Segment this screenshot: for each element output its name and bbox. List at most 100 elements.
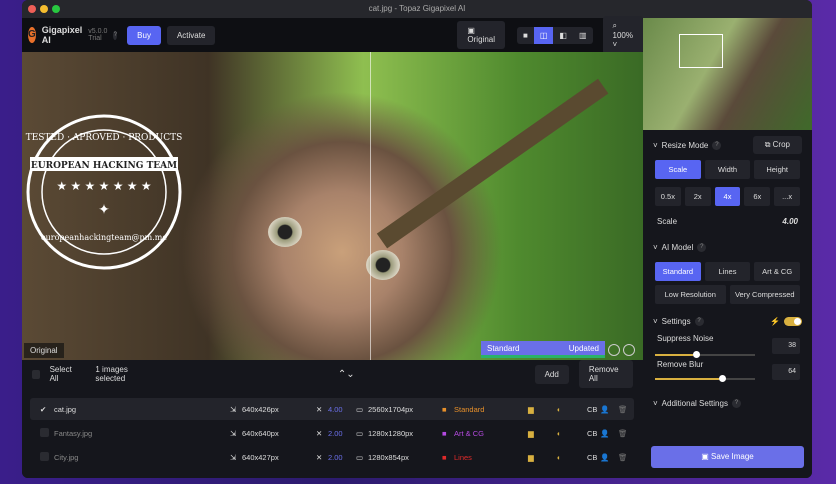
image-viewer[interactable]: TESTED · APROVED · PRODUCTS EUROPEAN HAC… (22, 52, 643, 360)
svg-text:EUROPEAN HACKING TEAM: EUROPEAN HACKING TEAM (31, 161, 177, 171)
cb-badge: CB (587, 428, 598, 438)
output-size-icon: ▭ (356, 452, 364, 462)
row-checkbox[interactable] (40, 451, 49, 463)
activate-button[interactable]: Activate (166, 25, 216, 45)
navigator-thumbnail[interactable] (643, 18, 812, 130)
model-standard[interactable]: Standard (655, 262, 701, 281)
person-icon[interactable]: 👤 (600, 429, 609, 438)
chevron-down-icon[interactable]: ˅ (653, 317, 658, 326)
ai-model-heading: AI Model (661, 242, 694, 252)
navigator-viewport[interactable] (679, 34, 723, 68)
model-lines[interactable]: Lines (704, 262, 751, 281)
frown-feedback-icon[interactable] (623, 344, 635, 356)
auto-toggle[interactable] (784, 316, 802, 326)
view-grid-icon[interactable]: ▥ (573, 27, 593, 44)
settings-heading: Settings (661, 316, 691, 326)
version: v5.0.0 Trial (88, 28, 108, 42)
cb-badge: CB (587, 452, 598, 462)
help-icon[interactable]: ? (694, 316, 704, 326)
output-size: 2560x1704px (368, 404, 414, 414)
chevron-down-icon[interactable]: ˅ (653, 399, 658, 408)
status-text: Updated (568, 344, 599, 353)
help-icon[interactable]: ? (113, 30, 118, 40)
model-low-resolution[interactable]: Low Resolution (655, 285, 726, 304)
scale-label: Scale (657, 216, 678, 226)
save-image-button[interactable]: ▣ Save Image (651, 446, 804, 468)
model-very-compressed[interactable]: Very Compressed (729, 285, 800, 304)
scale-2x[interactable]: 2x (684, 187, 711, 206)
watermark-stamp: TESTED · APROVED · PRODUCTS EUROPEAN HAC… (26, 114, 182, 270)
chevron-down-icon[interactable]: ˅ (653, 141, 658, 150)
input-size: 640x640px (242, 428, 279, 438)
scale-value: 4.00 (328, 404, 343, 414)
maximize-button[interactable] (52, 5, 60, 13)
select-all-checkbox[interactable] (32, 369, 40, 379)
file-name: City.jpg (54, 452, 79, 462)
model-art-cg[interactable]: Art & CG (754, 262, 801, 281)
model-name: Standard (454, 404, 485, 414)
collapse-expand-icon[interactable]: ⌃⌄ (338, 369, 355, 380)
person-icon[interactable]: 👤 (600, 453, 609, 462)
remove-all-button[interactable]: Remove All (578, 360, 633, 388)
close-button[interactable] (28, 5, 36, 13)
mode-height[interactable]: Height (754, 160, 801, 179)
output-size: 1280x854px (368, 452, 409, 462)
chevron-down-icon[interactable]: ˅ (653, 243, 658, 252)
view-side-icon[interactable]: ◧ (553, 27, 573, 44)
window-title: cat.jpg - Topaz Gigapixel AI (368, 4, 466, 13)
trash-icon[interactable]: 🗑 (618, 453, 628, 462)
scale-4x[interactable]: 4x (714, 187, 741, 206)
trash-icon[interactable]: 🗑 (618, 429, 628, 438)
scale-6x[interactable]: 6x (744, 187, 771, 206)
minimize-button[interactable] (40, 5, 48, 13)
checkmark-icon[interactable]: ✔ (40, 405, 46, 414)
cat-eye-right (366, 250, 400, 280)
help-icon[interactable]: ? (697, 242, 707, 252)
select-all-label: Select All (49, 365, 72, 383)
split-divider[interactable] (370, 52, 371, 360)
remove-blur-slider[interactable] (655, 375, 755, 382)
face-recovery-icon[interactable]: ▆ (528, 405, 534, 414)
auto-lightning-icon: ⚡ (770, 316, 780, 326)
status-model: Standard (487, 344, 520, 353)
row-checkbox[interactable] (40, 427, 49, 439)
input-size-icon: ⇲ (230, 428, 237, 438)
svg-text:★ ★ ★ ★ ★ ★ ★: ★ ★ ★ ★ ★ ★ ★ (56, 179, 151, 193)
file-row[interactable]: City.jpg ⇲ 640x427px ✕ 2.00 ▭ 1280x854px… (30, 446, 634, 468)
title-bar: cat.jpg - Topaz Gigapixel AI (22, 0, 812, 18)
scale-value: 2.00 (328, 452, 343, 462)
model-icon: ■ (442, 452, 447, 462)
remove-blur-input[interactable]: 64 (772, 364, 800, 380)
crop-label: Crop (772, 140, 790, 149)
help-icon[interactable]: ? (731, 398, 741, 408)
zoom-select[interactable]: ⌕ 100% ˅ (602, 16, 643, 54)
settings-panel: ˅ Resize Mode? ⧉ Crop Scale Width Height 0.5… (643, 18, 812, 478)
buy-button[interactable]: Buy (127, 25, 161, 45)
view-single-icon[interactable]: ■ (517, 27, 534, 44)
resize-mode-heading: Resize Mode (661, 140, 709, 150)
audio-icon[interactable]: ◖ (556, 405, 561, 414)
audio-icon[interactable]: ◖ (556, 453, 561, 462)
scale-custom[interactable]: ...x (774, 187, 800, 206)
suppress-noise-input[interactable]: 38 (772, 338, 800, 354)
help-icon[interactable]: ? (712, 140, 722, 150)
app-window: cat.jpg - Topaz Gigapixel AI G Gigapixel… (22, 0, 812, 478)
add-button[interactable]: Add (534, 364, 569, 384)
file-row[interactable]: Fantasy.jpg ⇲ 640x640px ✕ 2.00 ▭ 1280x12… (30, 422, 634, 444)
trash-icon[interactable]: 🗑 (618, 405, 628, 414)
smile-feedback-icon[interactable] (608, 344, 620, 356)
scale-icon: ✕ (316, 428, 323, 438)
audio-icon[interactable]: ◖ (556, 429, 561, 438)
scale-0.5x[interactable]: 0.5x (655, 187, 681, 206)
face-recovery-icon[interactable]: ▆ (528, 453, 534, 462)
app-name: Gigapixel AI (41, 25, 83, 45)
face-recovery-icon[interactable]: ▆ (528, 429, 534, 438)
view-split-icon[interactable]: ◫ (533, 26, 554, 44)
original-toggle[interactable]: ▣ Original (457, 21, 505, 49)
mode-scale[interactable]: Scale (655, 160, 701, 179)
save-icon: ▣ (701, 452, 709, 461)
file-row[interactable]: ✔ cat.jpg ⇲ 640x426px ✕ 4.00 ▭ 2560x1704… (30, 398, 634, 420)
mode-width[interactable]: Width (704, 160, 751, 179)
person-icon[interactable]: 👤 (600, 405, 609, 414)
crop-button[interactable]: ⧉ Crop (752, 136, 802, 154)
